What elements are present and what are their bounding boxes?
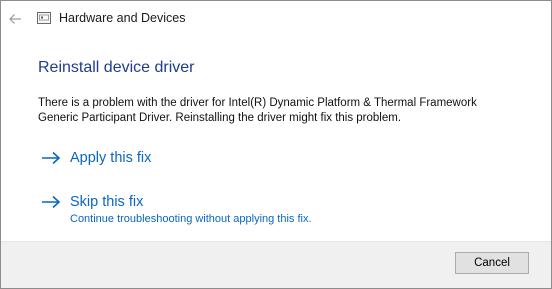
skip-fix-description: Continue troubleshooting without applyin… xyxy=(70,213,312,225)
arrow-right-icon xyxy=(42,151,61,165)
arrow-right-icon xyxy=(42,195,61,209)
back-arrow-icon xyxy=(9,14,21,24)
cancel-button[interactable]: Cancel xyxy=(455,252,529,274)
page-heading: Reinstall device driver xyxy=(38,59,195,76)
apply-fix-label[interactable]: Apply this fix xyxy=(70,150,151,166)
skip-fix-option[interactable]: Skip this fix Continue troubleshooting w… xyxy=(41,194,312,225)
title-bar: Hardware and Devices xyxy=(1,1,551,37)
hardware-devices-icon xyxy=(37,12,51,24)
footer-bar: Cancel xyxy=(1,241,551,288)
apply-fix-option[interactable]: Apply this fix xyxy=(41,150,151,166)
skip-fix-label[interactable]: Skip this fix xyxy=(70,194,143,210)
troubleshooter-window: Hardware and Devices Reinstall device dr… xyxy=(0,0,552,289)
back-button[interactable] xyxy=(5,10,25,28)
window-title: Hardware and Devices xyxy=(59,11,186,25)
problem-description: There is a problem with the driver for I… xyxy=(38,97,477,124)
